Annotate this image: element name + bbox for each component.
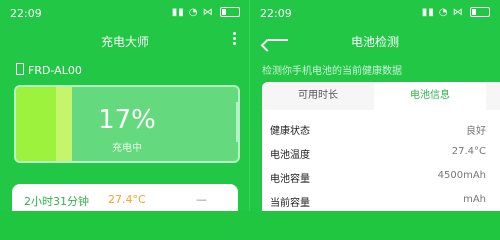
battery-check-screen: 22:09 ▮▮ ◔ ⋈ 电池检测 检测你手机电池的当前健康数据 可用时长 电池… [250, 0, 500, 211]
row-value: mAh [463, 194, 486, 205]
page-title: 充电大师 [100, 35, 149, 49]
row-value: 良好 [466, 126, 486, 137]
row-key: 健康状态 [270, 126, 310, 137]
signal-icon: ▮▮ ◔ ⋈ [171, 7, 214, 18]
tab-bar: 可用时长 电池信息 [262, 82, 500, 110]
status-time: 22:09 [260, 7, 292, 20]
more-menu-icon[interactable] [232, 32, 236, 46]
battery-temperature: 27.4°C [108, 193, 146, 206]
battery-info-sheet: 可用时长 电池信息 健康状态 良好 电池温度 27.4°C 电池容量 4500m… [262, 82, 500, 211]
battery-gauge: 17% 充电中 [14, 85, 240, 163]
info-row-current-capacity: 当前容量 mAh [262, 188, 500, 211]
battery-status-icon [470, 7, 490, 17]
remaining-time: 2小时31分钟 [24, 195, 89, 208]
phone-icon [16, 63, 24, 75]
signal-icon: ▮▮ ◔ ⋈ [421, 7, 464, 18]
charging-state: 充电中 [112, 143, 142, 154]
row-key: 当前容量 [270, 198, 310, 209]
stats-card: 2小时31分钟 27.4°C — [12, 184, 238, 211]
status-icons: ▮▮ ◔ ⋈ [172, 7, 240, 18]
nav-bar: 电池检测 [250, 28, 500, 52]
charging-master-screen: 22:09 ▮▮ ◔ ⋈ 充电大师 FRD-AL00 17% 充电中 2小时31… [0, 0, 250, 211]
tab-battery-info[interactable]: 电池信息 [374, 82, 486, 110]
device-model-label: FRD-AL00 [28, 64, 82, 77]
battery-status-icon [220, 7, 240, 17]
status-bar: 22:09 ▮▮ ◔ ⋈ [250, 0, 500, 28]
status-time: 22:09 [10, 7, 42, 20]
battery-nub [236, 102, 240, 142]
status-icons: ▮▮ ◔ ⋈ [422, 7, 490, 18]
row-key: 电池温度 [270, 150, 310, 161]
row-key: 电池容量 [270, 174, 310, 185]
status-bar: 22:09 ▮▮ ◔ ⋈ [0, 0, 250, 28]
info-row-temperature: 电池温度 27.4°C [262, 140, 500, 164]
row-value: 4500mAh [437, 170, 486, 181]
page-title: 电池检测 [350, 35, 399, 49]
app-bar: 充电大师 [0, 28, 250, 52]
page-description: 检测你手机电池的当前健康数据 [262, 66, 402, 77]
battery-percent: 17% [98, 105, 156, 135]
tab-available-time[interactable]: 可用时长 [262, 82, 374, 110]
info-row-health: 健康状态 良好 [262, 116, 500, 140]
row-value: 27.4°C [451, 146, 486, 157]
device-model: FRD-AL00 [16, 63, 82, 77]
extra-stat: — [196, 193, 207, 206]
info-row-capacity: 电池容量 4500mAh [262, 164, 500, 188]
